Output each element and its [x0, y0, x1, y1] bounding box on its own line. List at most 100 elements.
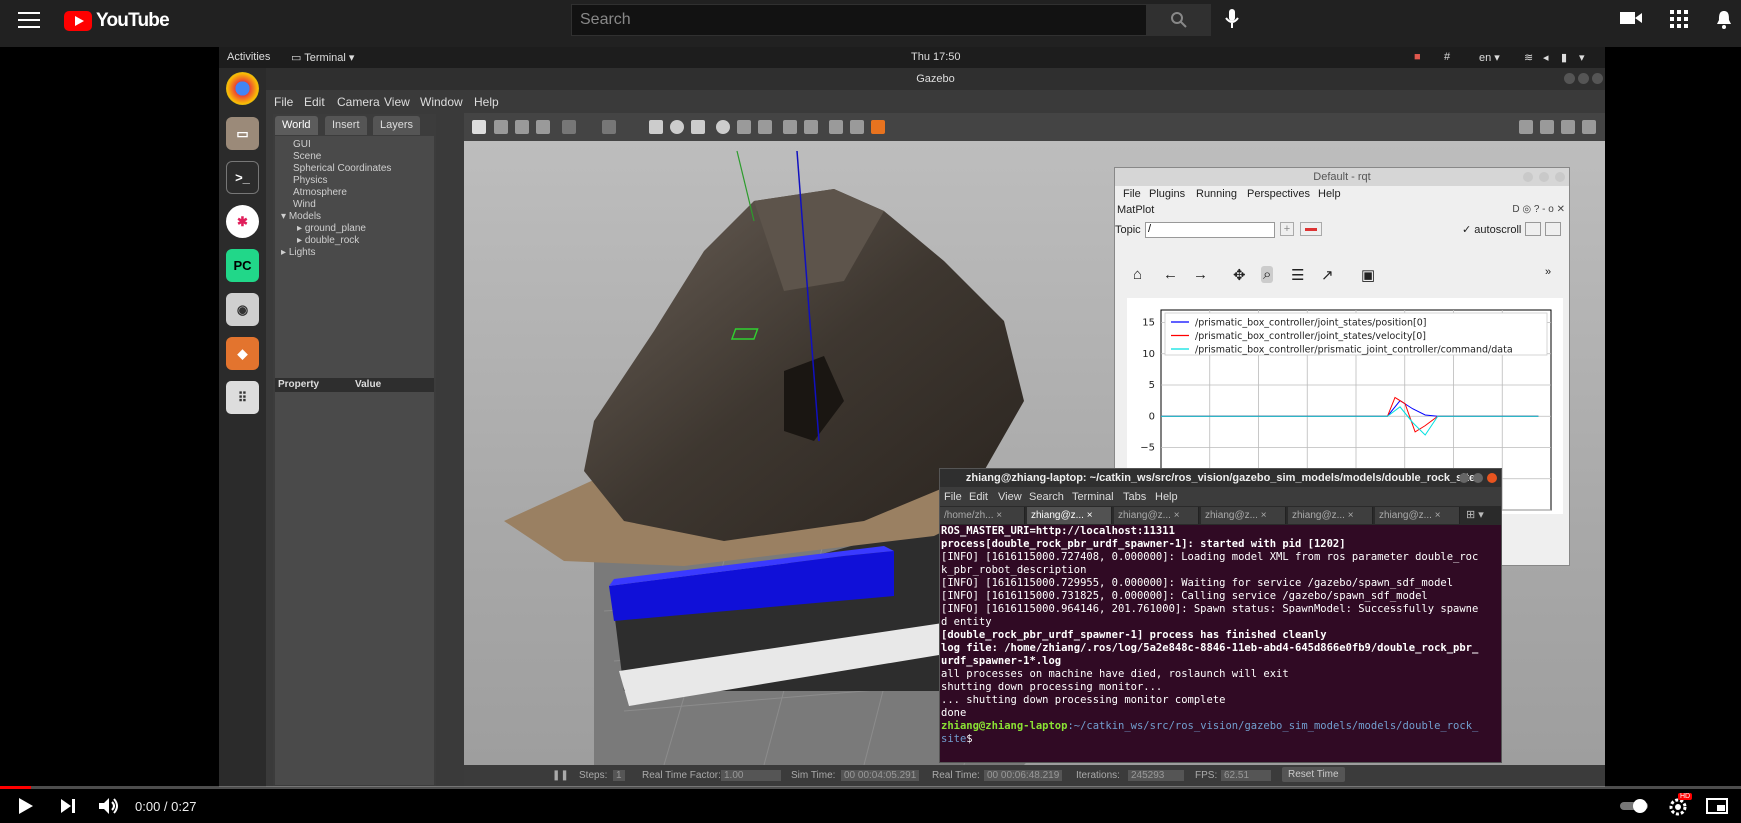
steps-value[interactable]: 1	[613, 770, 625, 781]
menu-view[interactable]: View	[384, 95, 410, 109]
play-icon[interactable]	[18, 797, 34, 820]
tab-close-icon[interactable]: ×	[1348, 510, 1354, 521]
terminal-tab[interactable]: zhiang@z... ×	[1288, 507, 1373, 524]
close-icon[interactable]	[1555, 172, 1565, 182]
clear-plot-icon[interactable]	[1545, 222, 1561, 236]
next-video-icon[interactable]	[60, 798, 76, 819]
wifi-icon[interactable]: ≋	[1524, 51, 1533, 64]
edit-axis-icon[interactable]: ↗	[1321, 266, 1334, 284]
tree-item-gui[interactable]: GUI	[293, 139, 311, 150]
minimize-icon[interactable]	[1564, 73, 1575, 84]
term-menu-view[interactable]: View	[998, 491, 1022, 503]
rqt-menu-plugins[interactable]: Plugins	[1149, 188, 1185, 200]
maximize-icon[interactable]	[1473, 473, 1483, 483]
paste-icon[interactable]	[804, 120, 818, 134]
reset-time-button[interactable]: Reset Time	[1282, 767, 1345, 782]
triangle-right-icon[interactable]: ▸	[297, 235, 305, 246]
tab-close-icon[interactable]: ×	[996, 510, 1002, 521]
snap-icon[interactable]	[850, 120, 864, 134]
translate-mode-icon[interactable]	[494, 120, 508, 134]
gazebo-icon[interactable]: ◆	[226, 337, 259, 370]
add-topic-icon[interactable]: +	[1280, 222, 1294, 236]
activities-button[interactable]: Activities	[227, 51, 270, 63]
video-record-icon[interactable]	[1582, 120, 1596, 134]
network-grid-icon[interactable]: #	[1444, 51, 1450, 63]
triangle-down-icon[interactable]: ▾	[281, 211, 289, 222]
sphere-shape-icon[interactable]	[670, 120, 684, 134]
spot-light-icon[interactable]	[737, 120, 751, 134]
topic-input[interactable]: /	[1145, 222, 1275, 238]
tab-close-icon[interactable]: ×	[1087, 510, 1093, 521]
home-icon[interactable]: ⌂	[1133, 266, 1142, 283]
rqt-menu-file[interactable]: File	[1123, 188, 1141, 200]
pause-icon[interactable]: ❚❚	[552, 770, 569, 781]
tree-item-atmosphere[interactable]: Atmosphere	[293, 187, 347, 198]
youtube-logo[interactable]: YouTube	[64, 10, 170, 32]
pycharm-icon[interactable]: PC	[226, 249, 259, 282]
tree-item-double-rock[interactable]: ▸ double_rock	[297, 235, 359, 246]
volume-icon[interactable]	[98, 797, 120, 820]
tree-item-models[interactable]: ▾ Models	[281, 211, 321, 222]
tab-layers[interactable]: Layers	[373, 116, 421, 135]
undo-icon[interactable]	[562, 120, 576, 134]
redo-icon[interactable]	[602, 120, 616, 134]
term-menu-terminal[interactable]: Terminal	[1072, 491, 1114, 503]
remove-topic-icon[interactable]	[1300, 222, 1322, 236]
new-tab-icon[interactable]: ⊞ ▾	[1466, 508, 1484, 521]
language-indicator[interactable]: en ▾	[1479, 51, 1500, 64]
plugin-window-controls-icon[interactable]: D ◎ ? - o ✕	[1512, 204, 1565, 215]
menu-camera[interactable]: Camera	[337, 95, 380, 109]
more-tools-icon[interactable]: »	[1545, 266, 1551, 278]
rqt-menu-running[interactable]: Running	[1196, 188, 1237, 200]
tree-item-ground-plane[interactable]: ▸ ground_plane	[297, 223, 366, 234]
miniplayer-icon[interactable]	[1706, 798, 1728, 819]
screen-recording-icon[interactable]: ■	[1414, 51, 1421, 63]
select-mode-icon[interactable]	[472, 120, 486, 134]
chrome-icon[interactable]	[226, 72, 259, 105]
apps-grid-icon[interactable]	[1670, 10, 1688, 33]
configure-subplots-icon[interactable]: ☰	[1291, 266, 1304, 284]
tab-insert[interactable]: Insert	[325, 116, 367, 135]
tree-item-scene[interactable]: Scene	[293, 151, 321, 162]
terminal-output[interactable]: ROS_MASTER_URI=http://localhost:11311 pr…	[941, 525, 1500, 746]
directional-light-icon[interactable]	[758, 120, 772, 134]
cylinder-shape-icon[interactable]	[691, 120, 705, 134]
rotate-mode-icon[interactable]	[515, 120, 529, 134]
battery-icon[interactable]: ▮	[1561, 51, 1567, 64]
autoplay-toggle-icon[interactable]	[1620, 799, 1650, 818]
menu-edit[interactable]: Edit	[304, 95, 325, 109]
close-icon[interactable]	[1487, 473, 1497, 483]
box-shape-icon[interactable]	[649, 120, 663, 134]
tab-close-icon[interactable]: ×	[1261, 510, 1267, 521]
zoom-icon[interactable]: ⌕	[1261, 266, 1274, 283]
terminal-tab[interactable]: zhiang@z... ×	[1114, 507, 1199, 524]
show-apps-grid-icon[interactable]: ⠿	[226, 381, 259, 414]
settings-gear-icon[interactable]: HD	[1668, 793, 1693, 822]
search-button[interactable]	[1147, 4, 1211, 36]
terminal-tab[interactable]: zhiang@z... ×	[1201, 507, 1286, 524]
terminal-tab-active[interactable]: zhiang@z... ×	[1027, 507, 1112, 524]
files-icon[interactable]: ▭	[226, 117, 259, 150]
tab-close-icon[interactable]: ×	[1435, 510, 1441, 521]
term-menu-tabs[interactable]: Tabs	[1123, 491, 1146, 503]
clock[interactable]: Thu 17:50	[911, 51, 961, 63]
term-menu-file[interactable]: File	[944, 491, 962, 503]
forward-arrow-icon[interactable]: →	[1193, 266, 1208, 283]
autoscroll-checkbox[interactable]: ✓ autoscroll	[1462, 223, 1521, 236]
rqt-menu-help[interactable]: Help	[1318, 188, 1341, 200]
tree-item-spherical[interactable]: Spherical Coordinates	[293, 163, 391, 174]
save-figure-icon[interactable]: ▣	[1361, 266, 1375, 284]
menu-file[interactable]: File	[274, 95, 293, 109]
triangle-right-icon[interactable]: ▸	[297, 223, 305, 234]
tree-item-lights[interactable]: ▸ Lights	[281, 247, 316, 258]
video-progress-bar[interactable]	[0, 786, 1741, 789]
tree-item-physics[interactable]: Physics	[293, 175, 327, 186]
term-menu-search[interactable]: Search	[1029, 491, 1064, 503]
scale-mode-icon[interactable]	[536, 120, 550, 134]
log-icon[interactable]	[1540, 120, 1554, 134]
terminal-tab[interactable]: zhiang@z... ×	[1375, 507, 1460, 524]
system-menu-chevron-icon[interactable]: ▾	[1579, 51, 1585, 64]
maximize-icon[interactable]	[1578, 73, 1589, 84]
plot-icon[interactable]	[1561, 120, 1575, 134]
align-icon[interactable]	[829, 120, 843, 134]
